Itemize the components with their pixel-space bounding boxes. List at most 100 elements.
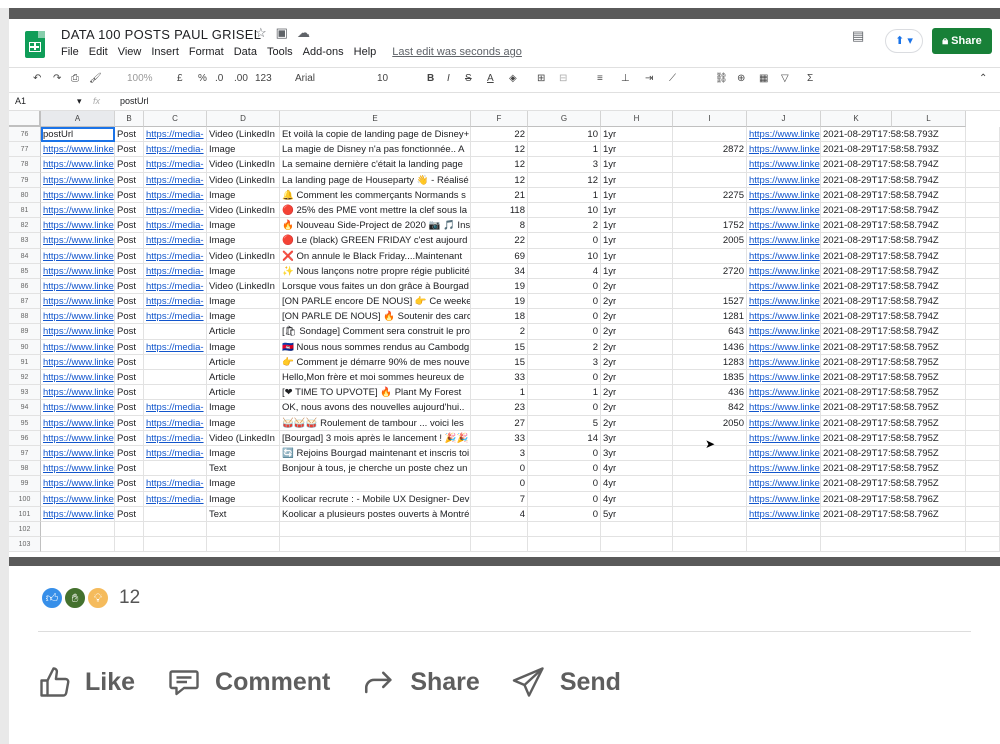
cell-i[interactable] bbox=[673, 157, 747, 173]
comments-icon[interactable]: ▤ bbox=[852, 28, 864, 44]
cell-k[interactable]: 2021-08-29T17:58:58.794Z bbox=[821, 187, 966, 203]
cell-j[interactable]: https://www.linke bbox=[747, 187, 821, 203]
cell-e[interactable]: 👉 Comment je démarre 90% de mes nouve bbox=[280, 354, 471, 370]
cell-e[interactable]: 🇰🇭 Nous nous sommes rendus au Cambodg bbox=[280, 339, 471, 355]
text-color-icon[interactable]: A bbox=[487, 73, 494, 84]
cell-l[interactable] bbox=[966, 248, 1000, 264]
cell-e[interactable]: 🥁🥁🥁 Roulement de tambour ... voici les bbox=[280, 415, 471, 431]
cell-f[interactable]: 21 bbox=[471, 187, 528, 203]
cell-g[interactable]: 10 bbox=[528, 248, 601, 264]
cell-d[interactable]: Image bbox=[207, 218, 280, 234]
cell-d[interactable]: Image bbox=[207, 309, 280, 325]
cell-f[interactable]: 12 bbox=[471, 157, 528, 173]
cell-c[interactable]: https://media- bbox=[144, 187, 207, 203]
cell-j[interactable]: https://www.linke bbox=[747, 324, 821, 340]
cell-k[interactable]: 2021-08-29T17:58:58.794Z bbox=[821, 202, 966, 219]
cell-b[interactable]: Post bbox=[115, 202, 144, 219]
cell-d[interactable]: Article bbox=[207, 370, 280, 386]
bold-icon[interactable]: B bbox=[427, 73, 434, 84]
share-button[interactable]: 🔒︎ Share bbox=[932, 28, 992, 54]
cell-b[interactable]: Post bbox=[115, 278, 144, 295]
paint-format-icon[interactable]: 🖌︎ bbox=[89, 73, 102, 84]
cell-c[interactable] bbox=[144, 385, 207, 401]
row-number[interactable]: 100 bbox=[9, 491, 41, 507]
cell-b[interactable]: Post bbox=[115, 263, 144, 279]
cell-b[interactable] bbox=[115, 537, 144, 553]
cell-g[interactable]: 3 bbox=[528, 354, 601, 370]
cell-d[interactable]: Video (LinkedIn bbox=[207, 248, 280, 264]
cell-c[interactable]: https://media- bbox=[144, 233, 207, 249]
cell-j[interactable]: https://www.linke bbox=[747, 491, 821, 507]
cell-g[interactable]: 0 bbox=[528, 324, 601, 340]
cell-e[interactable]: Bonjour à tous, je cherche un poste chez… bbox=[280, 461, 471, 477]
cell-e[interactable]: 🔄 Rejoins Bourgad maintenant et inscris … bbox=[280, 445, 471, 462]
cell-b[interactable]: Post bbox=[115, 157, 144, 173]
strikethrough-icon[interactable]: S bbox=[465, 73, 472, 84]
cell-g[interactable]: 0 bbox=[528, 461, 601, 477]
cell-l[interactable] bbox=[966, 127, 1000, 143]
cell-e[interactable]: ✨ Nous lançons notre propre régie public… bbox=[280, 263, 471, 279]
cell-i[interactable]: 2872 bbox=[673, 142, 747, 158]
row-number[interactable]: 78 bbox=[9, 157, 41, 173]
chart-icon[interactable]: ▦ bbox=[759, 73, 768, 84]
cell-j[interactable]: https://www.linke bbox=[747, 400, 821, 416]
cell-k[interactable] bbox=[821, 521, 966, 538]
cell-d[interactable]: Image bbox=[207, 339, 280, 355]
cell-i[interactable]: 1281 bbox=[673, 309, 747, 325]
row-number[interactable]: 82 bbox=[9, 218, 41, 234]
col-header-a[interactable]: A bbox=[41, 111, 115, 127]
cell-d[interactable]: Video (LinkedIn bbox=[207, 172, 280, 188]
cell-l[interactable] bbox=[966, 537, 1000, 553]
cell-k[interactable]: 2021-08-29T17:58:58.795Z bbox=[821, 370, 966, 386]
last-edit-link[interactable]: Last edit was seconds ago bbox=[392, 46, 522, 58]
cell-i[interactable]: 842 bbox=[673, 400, 747, 416]
present-button[interactable]: ⬆ ▾ bbox=[885, 29, 923, 53]
cell-e[interactable] bbox=[280, 521, 471, 538]
cell-f[interactable]: 118 bbox=[471, 202, 528, 219]
cell-j[interactable]: https://www.linke bbox=[747, 461, 821, 477]
cell-e[interactable]: La semaine dernière c'était la landing p… bbox=[280, 157, 471, 173]
cell-k[interactable]: 2021-08-29T17:58:58.795Z bbox=[821, 400, 966, 416]
cell-l[interactable] bbox=[966, 218, 1000, 234]
row-number[interactable]: 98 bbox=[9, 461, 41, 477]
cell-b[interactable]: Post bbox=[115, 445, 144, 462]
cell-l[interactable] bbox=[966, 415, 1000, 431]
cell-i[interactable] bbox=[673, 537, 747, 553]
cell-i[interactable]: 1527 bbox=[673, 294, 747, 310]
cell-c[interactable] bbox=[144, 354, 207, 370]
print-icon[interactable]: ⎙ bbox=[71, 73, 79, 84]
cell-k[interactable]: 2021-08-29T17:58:58.796Z bbox=[821, 506, 966, 522]
row-number[interactable]: 103 bbox=[9, 537, 41, 553]
collapse-toolbar-icon[interactable]: ⌃ bbox=[979, 73, 987, 84]
cell-h[interactable]: 2yr bbox=[601, 278, 673, 295]
row-number[interactable]: 87 bbox=[9, 294, 41, 310]
row-number[interactable]: 92 bbox=[9, 370, 41, 386]
cell-k[interactable]: 2021-08-29T17:58:58.793Z bbox=[821, 142, 966, 158]
cell-e[interactable]: 🔥 Nouveau Side-Project de 2020 📷 🎵 Ins bbox=[280, 218, 471, 234]
cell-g[interactable]: 0 bbox=[528, 294, 601, 310]
cell-e[interactable]: [Bourgad] 3 mois après le lancement ! 🎉🎉 bbox=[280, 430, 471, 446]
cell-j[interactable]: https://www.linke bbox=[747, 233, 821, 249]
cell-d[interactable]: Video (LinkedIn bbox=[207, 157, 280, 173]
cell-h[interactable]: 2yr bbox=[601, 339, 673, 355]
cell-k[interactable] bbox=[821, 537, 966, 553]
cell-b[interactable]: Post bbox=[115, 461, 144, 477]
row-number[interactable]: 102 bbox=[9, 521, 41, 538]
cell-f[interactable]: 23 bbox=[471, 400, 528, 416]
cell-b[interactable]: Post bbox=[115, 324, 144, 340]
send-button[interactable]: Send bbox=[510, 664, 621, 700]
star-icon[interactable]: ☆ bbox=[255, 25, 267, 40]
cell-l[interactable] bbox=[966, 278, 1000, 295]
row-number[interactable]: 88 bbox=[9, 309, 41, 325]
cell-b[interactable] bbox=[115, 521, 144, 538]
cell-f[interactable]: 0 bbox=[471, 476, 528, 492]
cell-k[interactable]: 2021-08-29T17:58:58.795Z bbox=[821, 385, 966, 401]
cell-g[interactable]: 3 bbox=[528, 157, 601, 173]
cell-j[interactable]: https://www.linke bbox=[747, 476, 821, 492]
cell-g[interactable]: 0 bbox=[528, 370, 601, 386]
cell-b[interactable]: Post bbox=[115, 354, 144, 370]
cell-f[interactable]: 33 bbox=[471, 430, 528, 446]
cell-j[interactable]: https://www.linke bbox=[747, 157, 821, 173]
cell-b[interactable]: Post bbox=[115, 294, 144, 310]
cell-h[interactable]: 2yr bbox=[601, 294, 673, 310]
